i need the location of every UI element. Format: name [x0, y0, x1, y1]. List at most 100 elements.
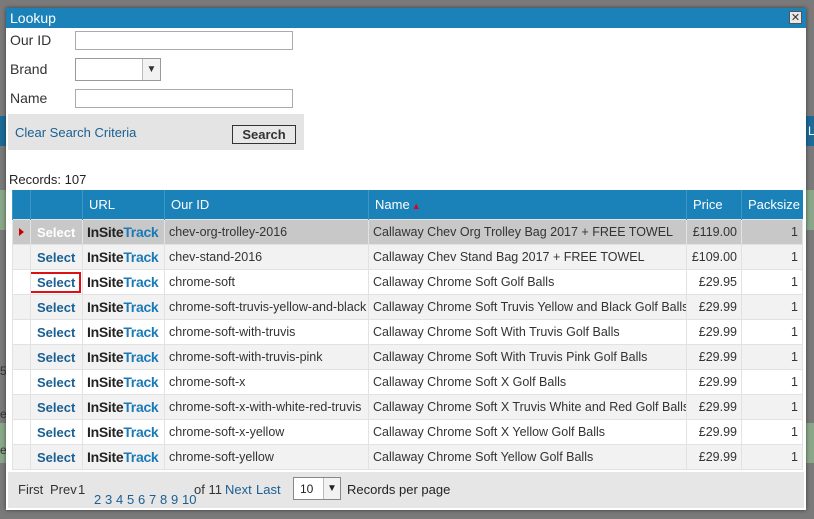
select-cell: Select	[30, 444, 83, 470]
select-link[interactable]: Select	[35, 350, 75, 365]
packsize-cell: 1	[741, 369, 803, 395]
row-indicator	[12, 444, 31, 470]
table-row[interactable]: Select InSiteTrack chrome-soft-x-with-whit…	[12, 394, 803, 420]
name-cell: Callaway Chrome Soft X Truvis White and …	[368, 394, 687, 420]
row-indicator	[12, 394, 31, 420]
our-id-cell: chrome-soft-x-yellow	[164, 419, 369, 445]
select-link[interactable]: Select	[35, 400, 75, 415]
insitetrack-logo[interactable]: InSiteTrack	[87, 399, 159, 415]
logo-text-a: InSite	[87, 399, 124, 415]
select-link[interactable]: Select	[35, 450, 75, 465]
select-link[interactable]: Select	[35, 375, 75, 390]
insitetrack-logo[interactable]: InSiteTrack	[87, 224, 159, 240]
pager-page-link[interactable]: 5	[127, 492, 134, 507]
pager-prev: Prev	[50, 482, 77, 497]
name-input[interactable]	[75, 89, 293, 108]
select-cell: Select	[30, 294, 83, 320]
pager-last-link[interactable]: Last	[256, 482, 281, 497]
insitetrack-logo[interactable]: InSiteTrack	[87, 324, 159, 340]
insitetrack-logo[interactable]: InSiteTrack	[87, 274, 159, 290]
table-row[interactable]: Select InSiteTrack chrome-soft-x Callaway C…	[12, 369, 803, 395]
select-cell: Select	[30, 219, 83, 245]
insitetrack-logo[interactable]: InSiteTrack	[87, 374, 159, 390]
logo-text-a: InSite	[87, 374, 124, 390]
our-id-cell: chrome-soft-with-truvis	[164, 319, 369, 345]
select-link[interactable]: Select	[35, 225, 75, 240]
close-icon[interactable]: ✕	[789, 11, 802, 24]
select-link[interactable]: Select	[35, 325, 75, 340]
select-link[interactable]: Select	[35, 300, 75, 315]
insitetrack-logo[interactable]: InSiteTrack	[87, 424, 159, 440]
clear-search-criteria-link[interactable]: Clear Search Criteria	[15, 125, 136, 140]
logo-text-b: Track	[123, 449, 159, 465]
price-cell: £29.99	[686, 419, 742, 445]
insitetrack-logo[interactable]: InSiteTrack	[87, 349, 159, 365]
table-row[interactable]: Select InSiteTrack chev-org-trolley-2016 Ca…	[12, 219, 803, 245]
row-indicator	[12, 419, 31, 445]
table-row[interactable]: Select InSiteTrack chrome-soft-with-truvis…	[12, 319, 803, 345]
logo-text-b: Track	[123, 274, 159, 290]
name-column-label: Name	[375, 197, 410, 212]
insitetrack-logo[interactable]: InSiteTrack	[87, 449, 159, 465]
our-id-cell: chrome-soft-x	[164, 369, 369, 395]
url-cell: InSiteTrack	[82, 369, 165, 395]
row-indicator	[12, 269, 31, 295]
indicator-column-header	[12, 190, 31, 220]
dialog-title: Lookup	[10, 10, 56, 26]
insitetrack-logo[interactable]: InSiteTrack	[87, 249, 159, 265]
dialog-titlebar[interactable]: Lookup ✕	[6, 8, 806, 28]
price-cell: £29.95	[686, 269, 742, 295]
price-cell: £29.99	[686, 444, 742, 470]
row-indicator	[12, 369, 31, 395]
our-id-input[interactable]	[75, 31, 293, 50]
logo-text-a: InSite	[87, 449, 124, 465]
table-row[interactable]: Select InSiteTrack chrome-soft-x-yellow Cal…	[12, 419, 803, 445]
packsize-cell: 1	[741, 394, 803, 420]
records-per-page-select[interactable]: 10 ▼	[293, 477, 341, 500]
select-cell: Select	[30, 369, 83, 395]
chevron-down-icon: ▼	[142, 59, 160, 80]
search-button[interactable]: Search	[232, 125, 296, 144]
logo-text-b: Track	[123, 324, 159, 340]
our-id-cell: chrome-soft	[164, 269, 369, 295]
pager-page-link[interactable]: 9	[171, 492, 178, 507]
logo-text-a: InSite	[87, 249, 124, 265]
pager-of-total: of 11	[194, 482, 222, 497]
pager-page-link[interactable]: 6	[138, 492, 145, 507]
records-label: Records:	[9, 172, 62, 187]
pager-page-link[interactable]: 8	[160, 492, 167, 507]
table-row[interactable]: Select InSiteTrack chev-stand-2016 Callaway…	[12, 244, 803, 270]
pager-page-link[interactable]: 3	[105, 492, 112, 507]
insitetrack-logo[interactable]: InSiteTrack	[87, 299, 159, 315]
highlight-box: Select	[31, 271, 82, 293]
select-link[interactable]: Select	[35, 275, 75, 290]
our-id-cell: chev-org-trolley-2016	[164, 219, 369, 245]
packsize-column-header[interactable]: Packsize	[741, 190, 803, 220]
select-link[interactable]: Select	[35, 250, 75, 265]
pager-first: First	[18, 482, 44, 497]
table-row[interactable]: Select InSiteTrack chrome-soft Callaway Chr…	[12, 269, 803, 295]
logo-text-b: Track	[123, 424, 159, 440]
pager-next-link[interactable]: Next	[225, 482, 252, 497]
name-column-header[interactable]: Name ▲	[368, 190, 687, 220]
price-column-header[interactable]: Price	[686, 190, 742, 220]
url-cell: InSiteTrack	[82, 419, 165, 445]
pager-page-link[interactable]: 2	[94, 492, 101, 507]
name-cell: Callaway Chrome Soft X Golf Balls	[368, 369, 687, 395]
brand-select[interactable]: ▼	[75, 58, 161, 81]
url-column-header[interactable]: URL	[82, 190, 165, 220]
pager-page-link[interactable]: 4	[116, 492, 123, 507]
row-indicator	[12, 244, 31, 270]
packsize-cell: 1	[741, 344, 803, 370]
packsize-cell: 1	[741, 219, 803, 245]
table-row[interactable]: Select InSiteTrack chrome-soft-with-truvis…	[12, 344, 803, 370]
url-cell: InSiteTrack	[82, 244, 165, 270]
table-row[interactable]: Select InSiteTrack chrome-soft-truvis-yell…	[12, 294, 803, 320]
our-id-column-header[interactable]: Our ID	[164, 190, 369, 220]
select-column-header	[30, 190, 83, 220]
pager-page-link[interactable]: 7	[149, 492, 156, 507]
records-value: 107	[64, 172, 87, 187]
name-cell: Callaway Chrome Soft X Yellow Golf Balls	[368, 419, 687, 445]
select-link[interactable]: Select	[35, 425, 75, 440]
table-row[interactable]: Select InSiteTrack chrome-soft-yellow Calla…	[12, 444, 803, 470]
